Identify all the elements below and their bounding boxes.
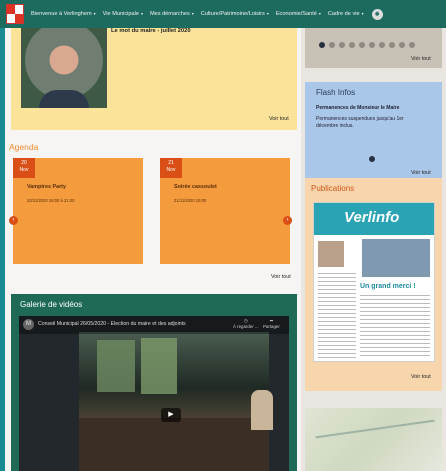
- carousel-dot[interactable]: [379, 42, 385, 48]
- mayor-photo: [21, 28, 107, 108]
- watch-later-button[interactable]: ◷ À regarder ...: [233, 318, 259, 329]
- magazine-heading: Un grand merci !: [360, 283, 416, 290]
- event-title[interactable]: Vampires Party: [27, 184, 66, 190]
- carousel-dot[interactable]: [349, 42, 355, 48]
- flash-infos-heading[interactable]: Permanences de Monsieur le Maire: [316, 105, 399, 111]
- nav-item-vie-municipale[interactable]: Vie Municipale ▾: [103, 11, 143, 17]
- carousel-dot[interactable]: [369, 42, 375, 48]
- play-icon[interactable]: ▶: [161, 408, 181, 422]
- channel-avatar[interactable]: M: [23, 319, 34, 330]
- agenda-prev-arrow-icon[interactable]: ‹: [9, 216, 18, 225]
- nav-item-cadre-de-vie[interactable]: Cadre de vie ▾: [328, 11, 364, 17]
- main-column: Le mot du maire - juillet 2020 Voir tout…: [5, 28, 301, 471]
- flash-infos-panel: Flash Infos Permanences de Monsieur le M…: [305, 82, 442, 189]
- event-datetime: 21/11/2020 19:00: [174, 198, 207, 203]
- video-title[interactable]: Conseil Municipal 26/05/2020 - Election …: [38, 321, 186, 327]
- video-player[interactable]: M Conseil Municipal 26/05/2020 - Electio…: [19, 316, 289, 471]
- video-gallery: Galerie de vidéos M Conseil Municipal 26…: [11, 294, 297, 471]
- chevron-down-icon: ▾: [318, 11, 321, 16]
- carousel-dot[interactable]: [389, 42, 395, 48]
- magazine-cover[interactable]: Verlinfo Un grand merci !: [313, 202, 435, 362]
- share-button[interactable]: ➦ Partager: [263, 318, 280, 329]
- site-logo[interactable]: [6, 4, 24, 24]
- nav-item-culture[interactable]: Culture/Patrimoine/Loisirs ▾: [201, 11, 269, 17]
- right-column: Voir tout Flash Infos Permanences de Mon…: [301, 28, 446, 471]
- carousel-voir-tout-link[interactable]: Voir tout: [411, 56, 431, 62]
- chevron-down-icon: ▾: [140, 11, 143, 16]
- flash-voir-tout-link[interactable]: Voir tout: [411, 170, 431, 176]
- carousel-panel: Voir tout: [305, 28, 442, 68]
- carousel-dot[interactable]: [399, 42, 405, 48]
- gallery-title: Galerie de vidéos: [20, 300, 83, 309]
- event-date-badge: 21 Nov: [160, 158, 182, 178]
- nav-item-economie[interactable]: Economie/Santé ▾: [276, 11, 321, 17]
- mayor-message-title[interactable]: Le mot du maire - juillet 2020: [111, 28, 191, 34]
- chevron-down-icon: ▾: [93, 11, 96, 16]
- flash-infos-title: Flash Infos: [316, 88, 356, 97]
- agenda-event-card[interactable]: 21 Nov Soirée cassoulet 21/11/2020 19:00: [160, 158, 290, 264]
- publications-voir-tout-link[interactable]: Voir tout: [411, 374, 431, 380]
- agenda-voir-tout-link[interactable]: Voir tout: [271, 274, 291, 280]
- chevron-down-icon: ▾: [266, 11, 269, 16]
- nav-item-bienvenue[interactable]: Bienvenue à Verlinghem ▾: [31, 11, 96, 17]
- mayor-voir-tout-link[interactable]: Voir tout: [269, 116, 289, 122]
- agenda-title: Agenda: [9, 142, 39, 152]
- map-widget[interactable]: [305, 408, 442, 471]
- top-navigation: Bienvenue à Verlinghem ▾ Vie Municipale ▾ …: [0, 0, 446, 28]
- mayor-panel: Le mot du maire - juillet 2020 Voir tout: [11, 28, 297, 130]
- carousel-dot[interactable]: [359, 42, 365, 48]
- accessibility-icon[interactable]: ◉: [371, 8, 383, 20]
- publications-title: Publications: [311, 184, 355, 193]
- publications-panel: Publications Verlinfo Un grand merci ! V…: [305, 178, 442, 391]
- event-date-badge: 20 Nov: [13, 158, 35, 178]
- magazine-logo: Verlinfo: [344, 209, 400, 226]
- flash-infos-body: Permanences suspendues jusqu'au 1er déce…: [316, 116, 404, 129]
- agenda-next-arrow-icon[interactable]: ›: [283, 216, 292, 225]
- agenda-event-card[interactable]: 20 Nov Vampires Party 20/11/2020 16:00 à …: [13, 158, 143, 264]
- event-datetime: 20/11/2020 16:00 à 21:00: [27, 198, 75, 203]
- chevron-down-icon: ▾: [191, 11, 194, 16]
- event-title[interactable]: Soirée cassoulet: [174, 184, 217, 190]
- carousel-dot[interactable]: [409, 42, 415, 48]
- carousel-dot[interactable]: [339, 42, 345, 48]
- chevron-down-icon: ▾: [361, 11, 364, 16]
- carousel-dot[interactable]: [319, 42, 325, 48]
- flash-carousel-dot[interactable]: [369, 156, 375, 162]
- nav-item-mes-demarches[interactable]: Mes démarches ▾: [150, 11, 194, 17]
- carousel-dot[interactable]: [329, 42, 335, 48]
